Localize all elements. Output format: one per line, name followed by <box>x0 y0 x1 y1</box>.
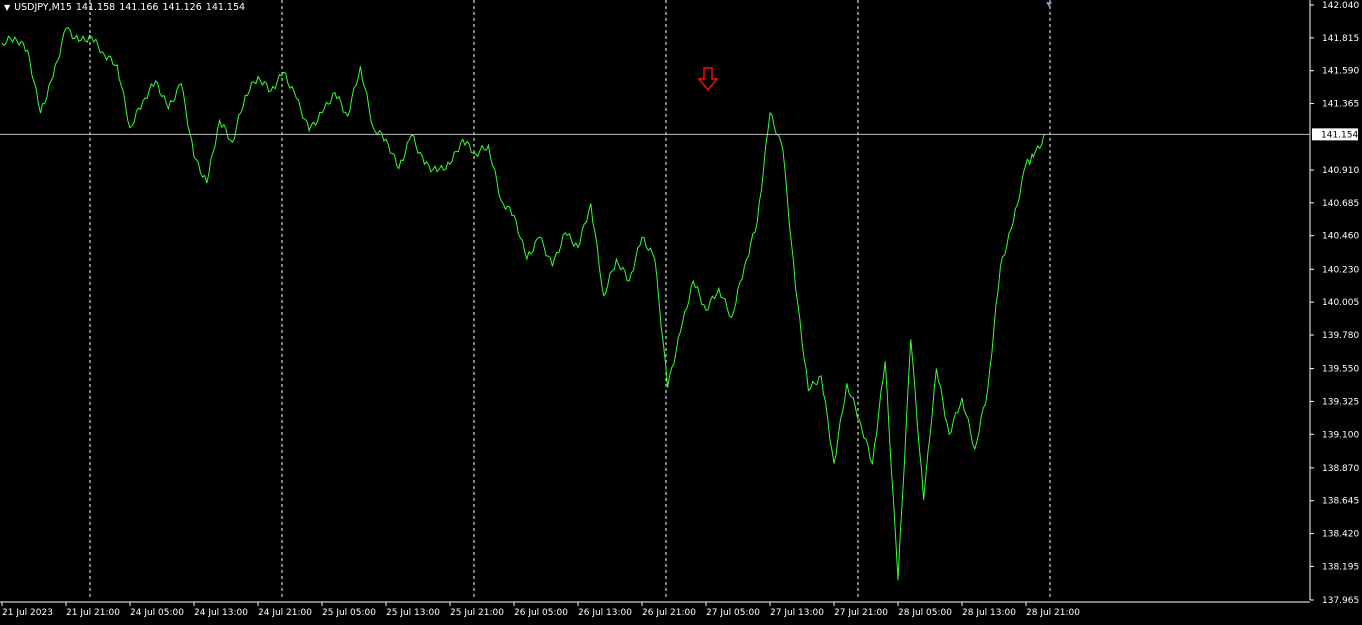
ohlc-close: 141.154 <box>205 2 246 13</box>
ohlc-low: 141.126 <box>162 2 202 13</box>
grid-layer <box>89 0 1051 600</box>
x-tick-label: 27 Jul 13:00 <box>770 608 824 618</box>
x-tick-label: 27 Jul 05:00 <box>706 608 760 618</box>
x-tick-label: 28 Jul 13:00 <box>962 608 1016 618</box>
y-tick-label: 138.645 <box>1322 497 1359 507</box>
x-tick-label: 26 Jul 05:00 <box>514 608 568 618</box>
down-arrow-icon[interactable] <box>697 67 719 92</box>
y-tick-label: 140.460 <box>1322 232 1359 242</box>
overlay-layer: 141.154 <box>0 2 1358 141</box>
x-tick-label: 24 Jul 13:00 <box>194 608 248 618</box>
triangle-down-icon[interactable]: ▼ <box>4 3 10 12</box>
chart-shift-marker-icon[interactable] <box>1046 2 1052 7</box>
y-tick-label: 139.100 <box>1322 430 1359 440</box>
x-tick-label: 24 Jul 05:00 <box>130 608 184 618</box>
y-tick-label: 140.685 <box>1322 199 1359 209</box>
y-tick-label: 142.040 <box>1322 1 1359 11</box>
symbol-label: USDJPY,M15 <box>14 2 72 13</box>
axis-layer: 142.040 141.815 141.590 141.365 140.910 140.6… <box>0 0 1359 618</box>
y-tick-label: 139.325 <box>1322 397 1359 407</box>
x-tick-label: 25 Jul 05:00 <box>322 608 376 618</box>
x-tick-label: 26 Jul 21:00 <box>642 608 696 618</box>
y-tick-label: 139.550 <box>1322 365 1359 375</box>
y-tick-label: 140.005 <box>1322 298 1359 308</box>
current-price-label: 141.154 <box>1321 130 1358 140</box>
x-tick-label: 25 Jul 21:00 <box>450 608 504 618</box>
x-tick-label: 25 Jul 13:00 <box>386 608 440 618</box>
y-tick-label: 138.870 <box>1322 464 1359 474</box>
chart-window[interactable]: 142.040 141.815 141.590 141.365 140.910 140.6… <box>0 0 1362 621</box>
x-tick-label: 26 Jul 13:00 <box>578 608 632 618</box>
x-tick-label: 21 Jul 2023 <box>2 608 53 618</box>
x-tick-label: 24 Jul 21:00 <box>258 608 312 618</box>
x-tick-label: 28 Jul 21:00 <box>1026 608 1080 618</box>
price-chart[interactable]: 142.040 141.815 141.590 141.365 140.910 140.6… <box>0 0 1362 621</box>
y-tick-label: 138.195 <box>1322 562 1359 572</box>
y-tick-label: 137.965 <box>1322 596 1359 606</box>
y-tick-label: 139.780 <box>1322 331 1359 341</box>
x-tick-label: 28 Jul 05:00 <box>898 608 952 618</box>
y-tick-label: 140.230 <box>1322 265 1359 275</box>
chart-header: ▼ USDJPY,M15 141.158 141.166 141.126 141… <box>4 2 245 13</box>
y-tick-label: 141.815 <box>1322 34 1359 44</box>
ohlc-high: 141.166 <box>119 2 159 13</box>
y-tick-label: 141.365 <box>1322 100 1359 110</box>
ohlc-open: 141.158 <box>75 2 116 13</box>
x-tick-label: 21 Jul 21:00 <box>66 608 120 618</box>
price-line <box>1 26 1047 581</box>
y-tick-label: 138.420 <box>1322 530 1359 540</box>
y-tick-label: 140.910 <box>1322 166 1359 176</box>
series-layer <box>1 26 1047 581</box>
x-tick-label: 27 Jul 21:00 <box>834 608 888 618</box>
y-tick-label: 141.590 <box>1322 67 1359 77</box>
